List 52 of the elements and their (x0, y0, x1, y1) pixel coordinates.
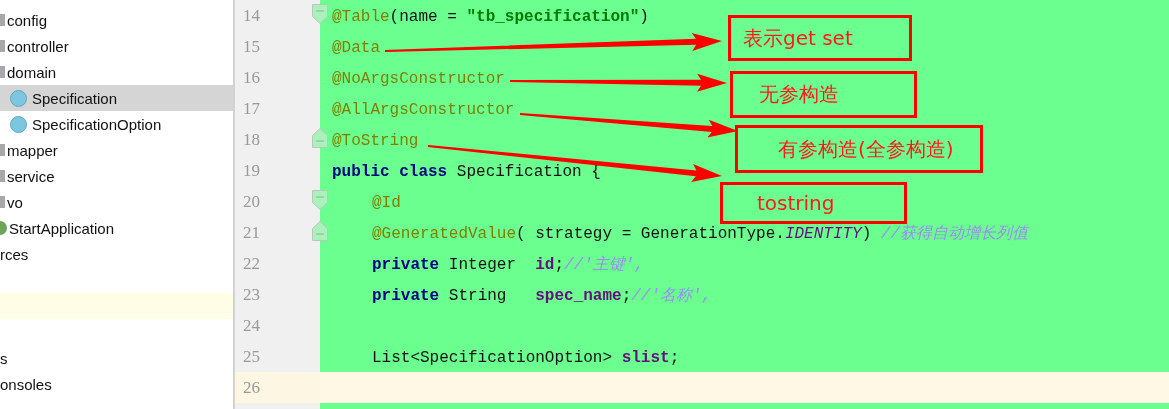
code-line: @GeneratedValue( strategy = GenerationType.IDENTITY) //获得自动增长列值 (371, 223, 1029, 245)
line-number: 14 (243, 5, 260, 26)
code-line: @ToString (331, 131, 419, 152)
fold-marker-icon[interactable] (312, 221, 328, 241)
line-number: 25 (243, 346, 260, 367)
class-icon (10, 115, 27, 133)
tree-item[interactable]: domain (0, 59, 233, 85)
tree-item[interactable]: mapper (0, 137, 233, 163)
tree-item[interactable]: service (0, 163, 233, 189)
code-line: private String spec_name;//'名称', (371, 286, 712, 307)
leaf-icon (0, 221, 7, 235)
line-number: 22 (243, 253, 260, 274)
tree-item[interactable]: onsoles (0, 371, 233, 397)
folder-icon (0, 196, 5, 208)
callout-box: 无参构造 (730, 71, 917, 118)
callout-box: 表示get set (728, 15, 912, 61)
fold-marker-icon[interactable] (312, 190, 328, 210)
fold-marker-icon[interactable] (312, 128, 328, 148)
code-line: List<SpecificationOption> slist; (371, 348, 680, 369)
tree-item[interactable]: rces (0, 241, 233, 267)
tree-item[interactable]: config (0, 7, 233, 33)
code-line: private Integer id;//'主键', (371, 254, 645, 276)
code-line: @AllArgsConstructor (331, 100, 515, 121)
tree-item[interactable]: vo (0, 189, 233, 215)
line-number: 16 (243, 67, 260, 88)
line-number: 23 (243, 284, 260, 305)
line-number: 21 (243, 222, 260, 243)
callout-box: tostring (720, 182, 907, 224)
line-number: 20 (243, 191, 260, 212)
line-number: 26 (243, 377, 260, 398)
line-number: 18 (243, 129, 260, 150)
tree-item[interactable]: controller (0, 33, 233, 59)
folder-icon (0, 66, 5, 78)
fold-marker-icon[interactable] (312, 4, 328, 24)
folder-icon (0, 14, 5, 26)
tree-item[interactable]: Specification (0, 85, 233, 111)
callout-box: 有参构造(全参构造) (735, 125, 983, 173)
tree-item[interactable]: s (0, 345, 233, 371)
line-number: 19 (243, 160, 260, 181)
folder-icon (0, 144, 5, 156)
line-number: 24 (243, 315, 260, 336)
line-number: 17 (243, 98, 260, 119)
class-icon (10, 89, 27, 107)
code-line: @Data (331, 38, 380, 59)
folder-icon (0, 170, 5, 182)
code-line: @NoArgsConstructor (331, 69, 505, 90)
code-line: @Id (371, 193, 401, 214)
tree-item[interactable]: SpecificationOption (0, 111, 233, 137)
tree-item[interactable]: StartApplication (0, 215, 233, 241)
code-line: @Table(name = "tb_specification") (331, 7, 649, 28)
folder-icon (0, 40, 5, 52)
line-number: 15 (243, 36, 260, 57)
